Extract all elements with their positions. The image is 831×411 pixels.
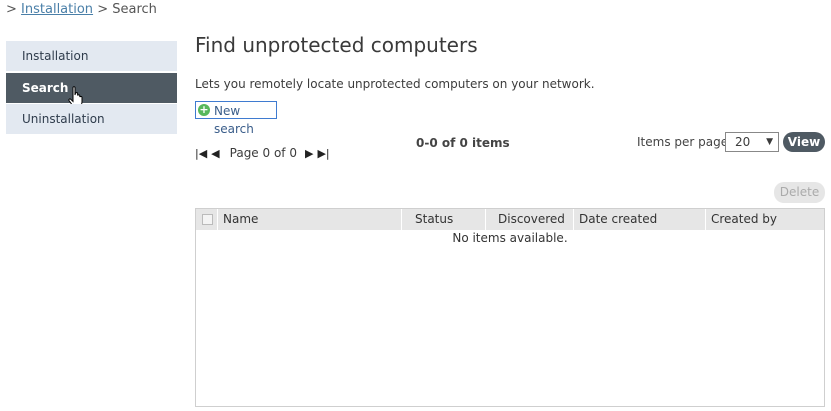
page-title: Find unprotected computers <box>195 33 478 57</box>
new-search-label: New search <box>214 104 254 136</box>
main-content: Find unprotected computers Lets you remo… <box>195 0 825 411</box>
new-search-button[interactable]: + New search <box>195 101 277 136</box>
results-table: Name Status Discovered Date created Crea… <box>195 208 825 407</box>
column-header-status[interactable]: Status <box>402 209 486 230</box>
page-description: Lets you remotely locate unprotected com… <box>195 77 595 91</box>
table-header: Name Status Discovered Date created Crea… <box>196 209 824 230</box>
sidebar-item-label: Installation <box>22 49 89 63</box>
select-all-checkbox[interactable] <box>202 214 213 225</box>
empty-message: No items available. <box>452 231 568 245</box>
items-per-page-select[interactable]: 20 ▼ <box>725 132 779 152</box>
column-header-discovered[interactable]: Discovered <box>486 209 574 230</box>
next-page-icon[interactable]: ▶ <box>305 147 313 160</box>
sidebar: Installation Search Uninstallation <box>6 41 177 136</box>
sidebar-item-label: Search <box>22 80 69 95</box>
view-button[interactable]: View <box>783 132 825 152</box>
column-header-name[interactable]: Name <box>218 209 402 230</box>
pager: |◀ ◀ Page 0 of 0 ▶ ▶| <box>195 146 334 160</box>
items-count: 0-0 of 0 items <box>416 136 510 150</box>
breadcrumb-link-installation[interactable]: Installation <box>21 2 93 17</box>
select-all-cell <box>196 209 218 230</box>
last-page-icon[interactable]: ▶| <box>317 147 329 160</box>
previous-page-icon[interactable]: ◀ <box>211 147 219 160</box>
first-page-icon[interactable]: |◀ <box>195 147 207 160</box>
items-per-page-label: Items per page <box>637 135 729 149</box>
items-per-page-value: 20 <box>735 135 751 149</box>
sidebar-item-installation[interactable]: Installation <box>6 41 177 71</box>
breadcrumb-separator: > <box>97 2 109 17</box>
sidebar-item-label: Uninstallation <box>22 112 105 126</box>
sidebar-item-search[interactable]: Search <box>6 72 177 107</box>
breadcrumb-current: Search <box>112 2 157 17</box>
delete-button[interactable]: Delete <box>774 182 825 203</box>
plus-circle-icon: + <box>198 103 210 116</box>
breadcrumb: > Installation > Search <box>6 2 157 17</box>
chevron-down-icon: ▼ <box>766 137 773 147</box>
column-header-created-by[interactable]: Created by <box>706 209 824 230</box>
column-header-date-created[interactable]: Date created <box>574 209 706 230</box>
sidebar-item-uninstallation[interactable]: Uninstallation <box>6 104 177 134</box>
page-label: Page 0 of 0 <box>229 146 297 160</box>
breadcrumb-prefix: > <box>6 2 17 17</box>
